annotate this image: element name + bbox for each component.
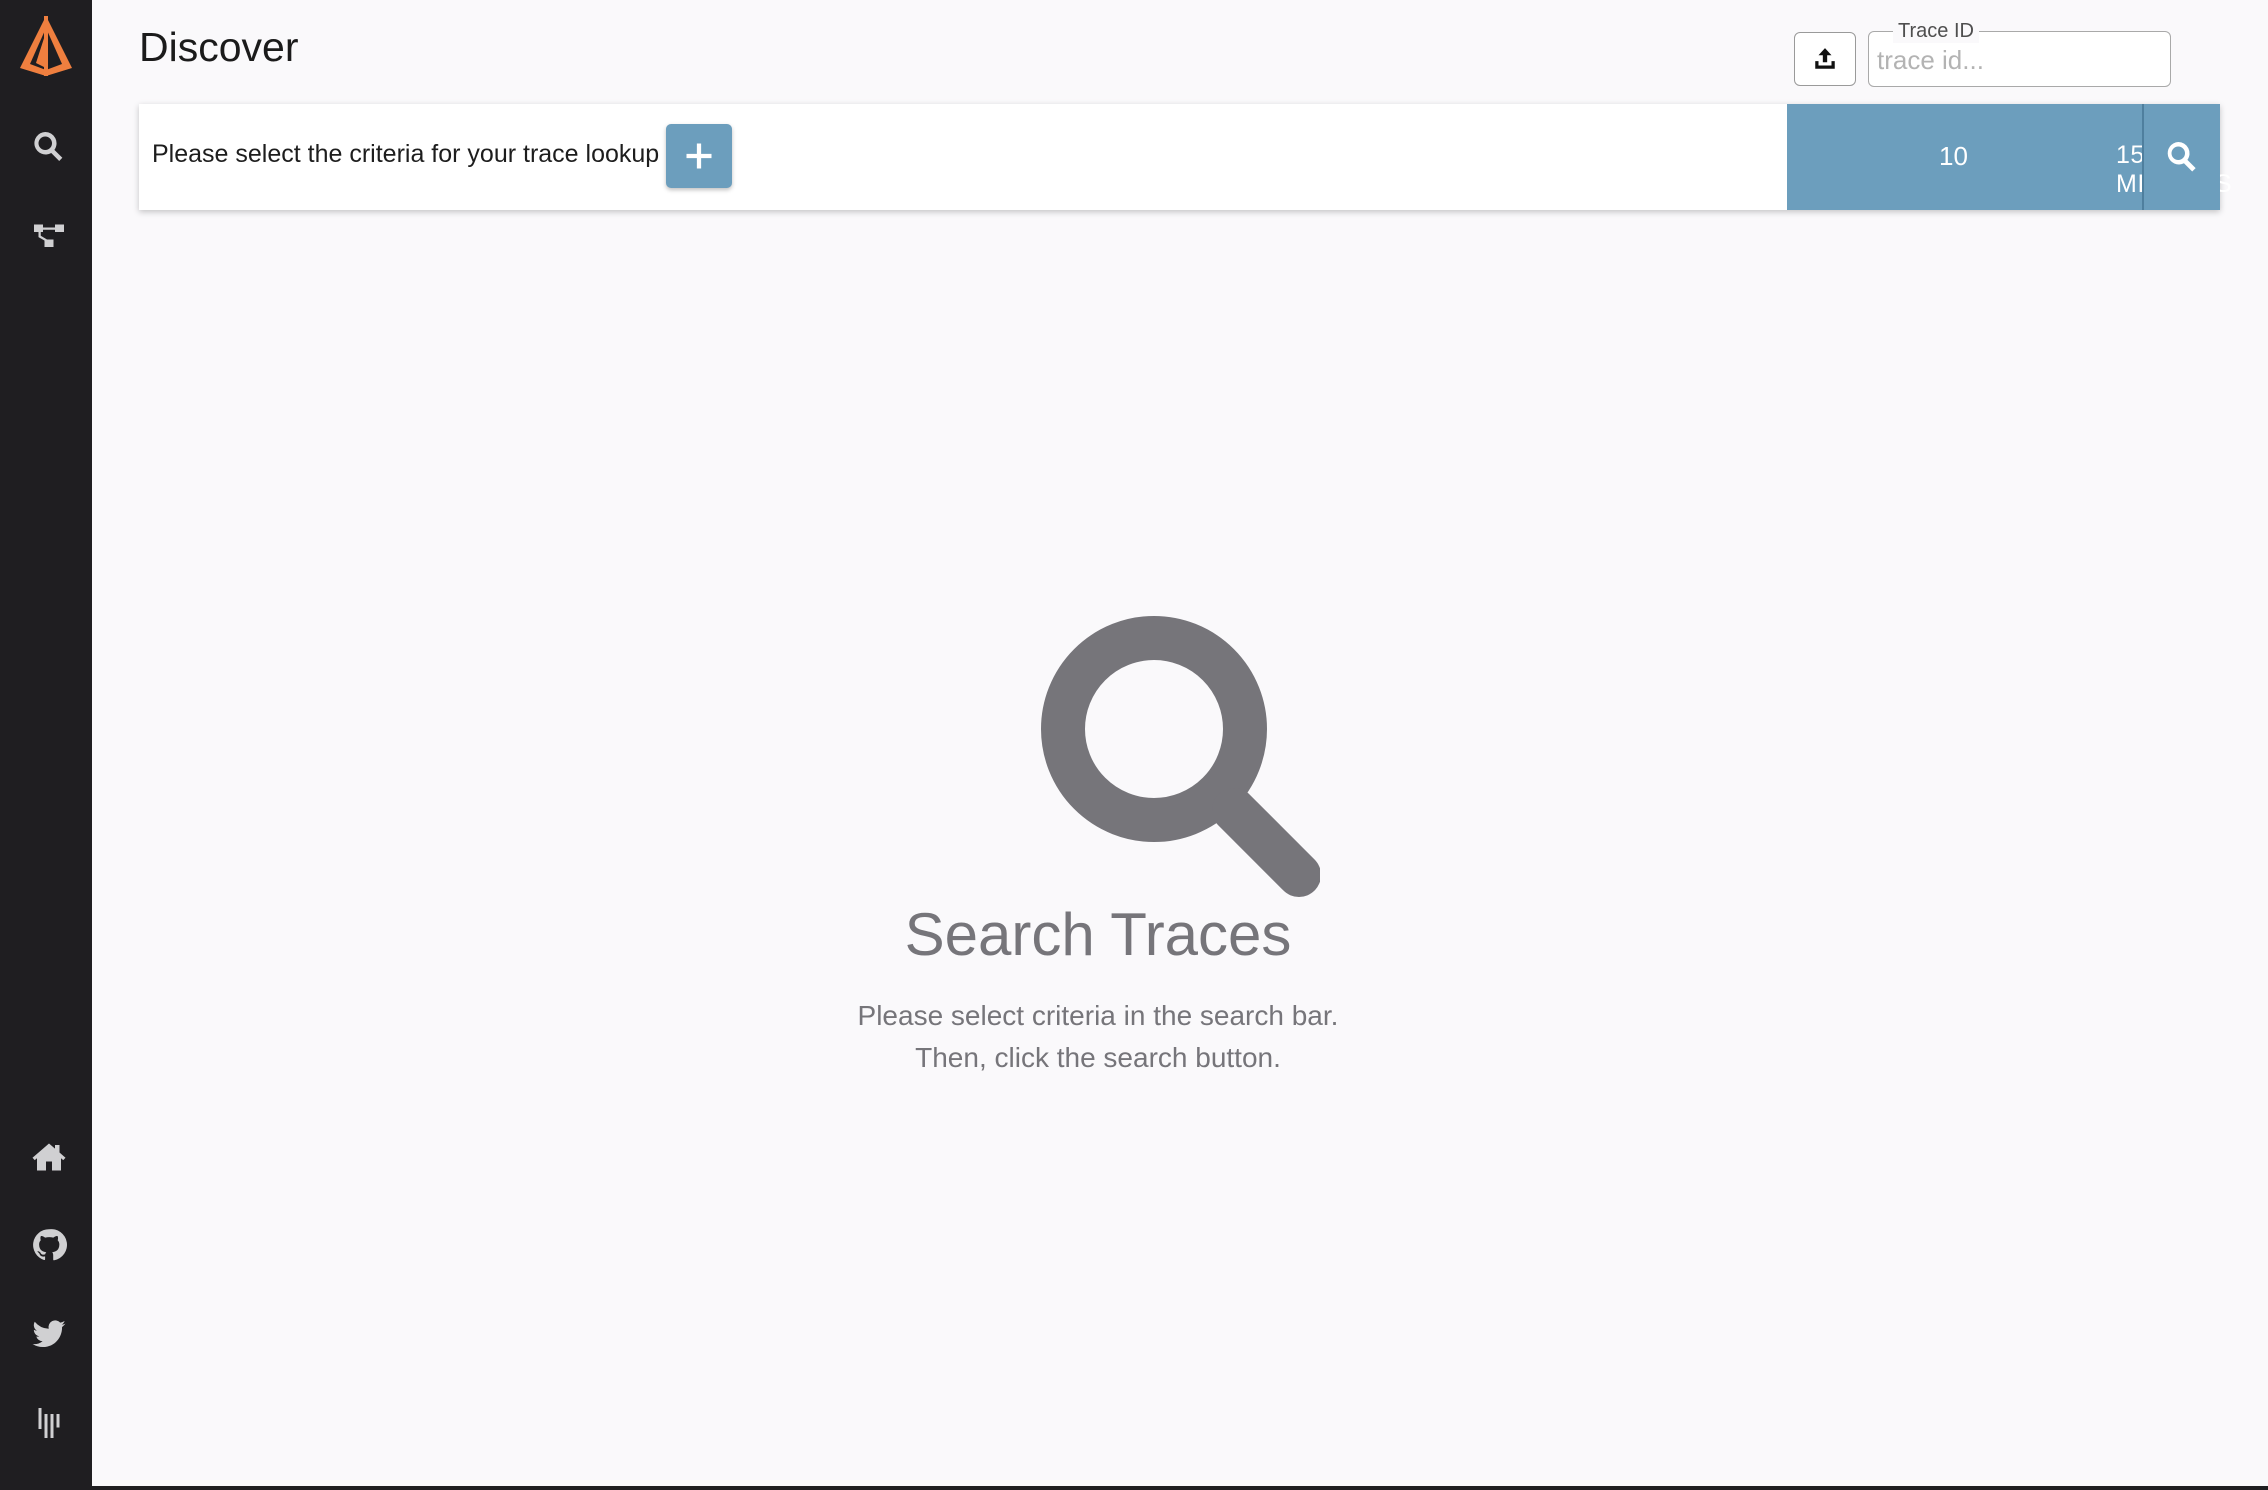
criteria-prompt: Please select the criteria for your trac… bbox=[152, 140, 660, 168]
github-icon[interactable] bbox=[26, 1222, 72, 1268]
trace-id-input[interactable] bbox=[1875, 41, 2164, 79]
bottom-border bbox=[0, 1486, 2268, 1490]
upload-icon bbox=[1815, 48, 1835, 69]
trace-id-label: Trace ID bbox=[1893, 19, 1979, 43]
search-icon bbox=[2167, 141, 2196, 172]
limit-value[interactable]: 10 bbox=[1939, 141, 1968, 172]
search-bar: Please select the criteria for your trac… bbox=[139, 104, 2232, 210]
search-icon[interactable] bbox=[26, 124, 72, 170]
empty-state-title: Search Traces bbox=[904, 901, 1292, 968]
page-title: Discover bbox=[139, 24, 299, 70]
dependencies-icon[interactable] bbox=[26, 212, 72, 258]
zipkin-logo[interactable] bbox=[16, 14, 76, 78]
plus-icon bbox=[686, 143, 712, 169]
magnifier-icon bbox=[1036, 614, 1321, 898]
limit-lookback-settings[interactable]: 10 15 MINUTES bbox=[1787, 104, 2232, 210]
twitter-icon[interactable] bbox=[26, 1311, 72, 1357]
gitter-icon[interactable] bbox=[26, 1400, 72, 1446]
run-search-button[interactable] bbox=[2142, 104, 2220, 210]
empty-state-line-1: Please select criteria in the search bar… bbox=[857, 1000, 1339, 1031]
trace-id-field[interactable]: Trace ID bbox=[1868, 19, 2171, 87]
home-icon[interactable] bbox=[26, 1134, 72, 1180]
add-criteria-button[interactable] bbox=[666, 124, 732, 188]
empty-state-line-2: Then, click the search button. bbox=[915, 1042, 1281, 1073]
upload-trace-button[interactable] bbox=[1794, 32, 1856, 86]
sidebar bbox=[0, 0, 92, 1490]
